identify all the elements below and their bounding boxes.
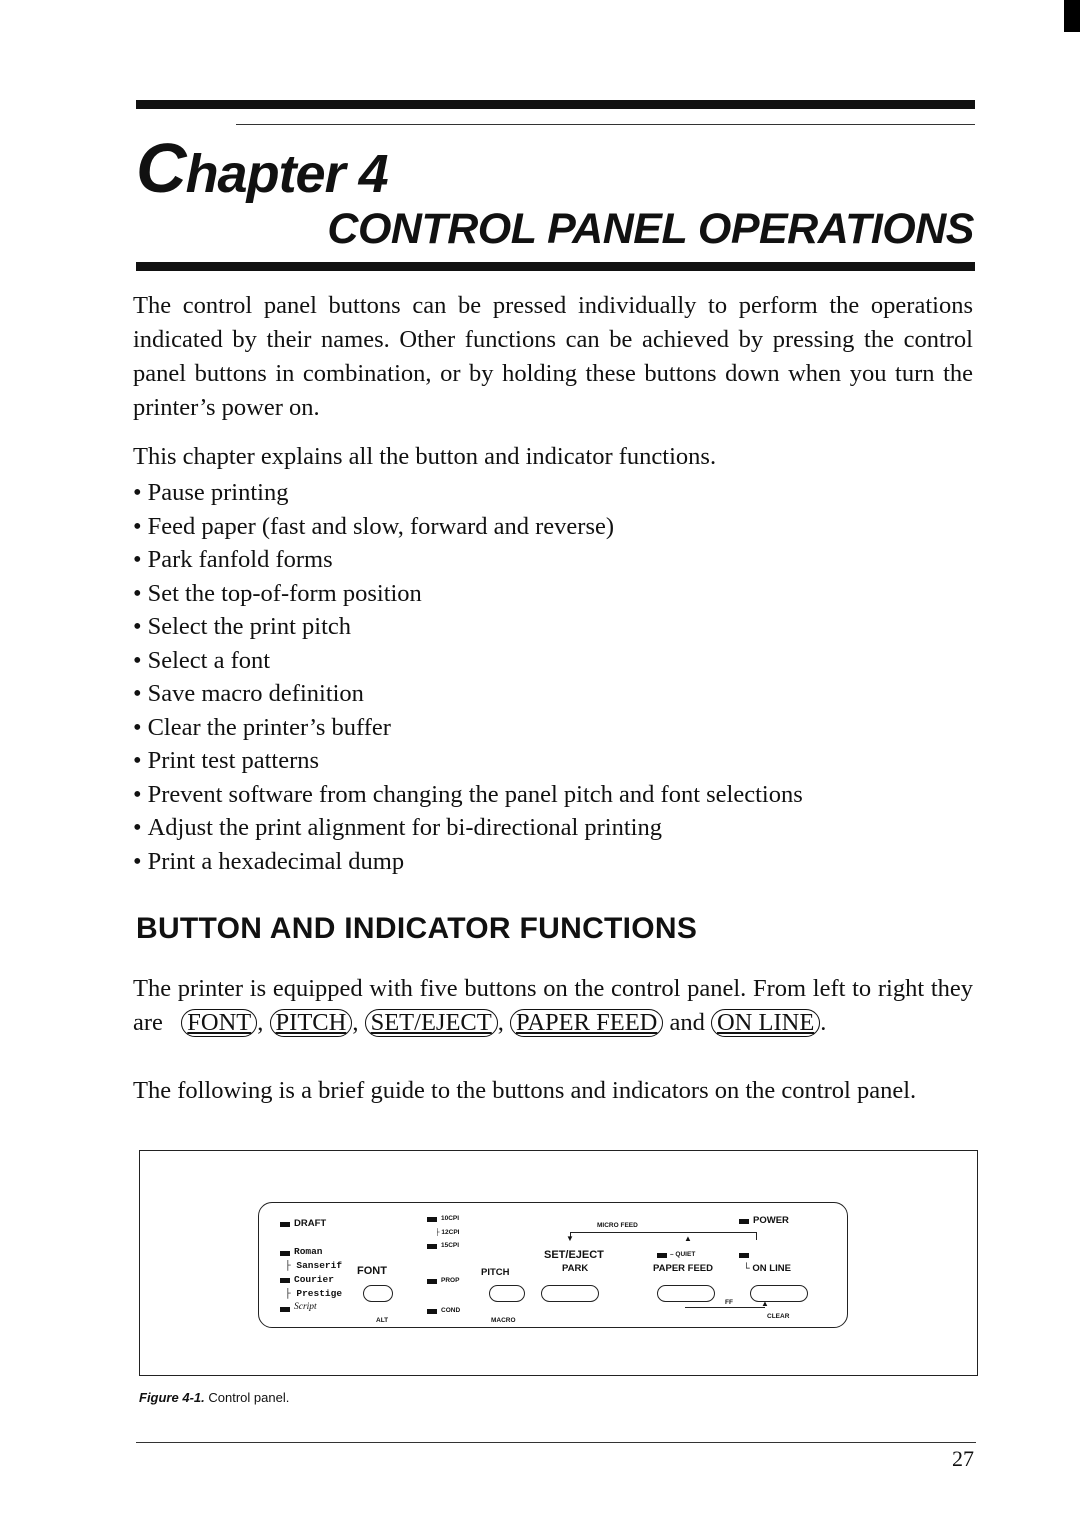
header-rule-thin [236, 124, 975, 125]
clear-label: CLEAR [767, 1313, 790, 1320]
courier-label: Courier [294, 1274, 334, 1285]
prop-label: PROP [441, 1277, 460, 1284]
list-item: Prevent software from changing the panel… [133, 778, 803, 812]
park-label: PARK [562, 1263, 589, 1274]
prestige-label: ├ Prestige [285, 1288, 343, 1299]
list-item: Adjust the print alignment for bi-direct… [133, 811, 803, 845]
power-led [739, 1219, 749, 1224]
script-led [280, 1307, 290, 1312]
footer-rule [136, 1442, 976, 1443]
set-eject-button[interactable] [541, 1285, 599, 1302]
section-paragraph-2: The following is a brief guide to the bu… [133, 1077, 917, 1104]
up-arrow-icon: ▲ [684, 1234, 692, 1243]
ff-label: FF [725, 1299, 733, 1306]
list-item: Pause printing [133, 476, 803, 510]
header-rule-top [136, 100, 975, 109]
control-panel-diagram: DRAFT Roman ├ Sanserif Courier ├ Prestig… [258, 1202, 848, 1328]
micro-feed-label: MICRO FEED [597, 1222, 638, 1229]
quiet-label: – QUIET [670, 1251, 696, 1258]
10cpi-led [427, 1217, 437, 1222]
figure-caption: Figure 4-1. Control panel. [139, 1390, 290, 1405]
micro-feed-line [570, 1232, 757, 1233]
font-button[interactable] [363, 1285, 393, 1302]
page-edge-mark [1064, 0, 1080, 32]
micro-feed-tick-right [756, 1232, 757, 1240]
down-arrow-icon: ▼ [566, 1234, 574, 1243]
header-rule-bottom [136, 262, 975, 271]
draft-label: DRAFT [294, 1218, 327, 1229]
list-item: Park fanfold forms [133, 543, 803, 577]
online-label: └ ON LINE [743, 1263, 791, 1274]
section-paragraph-1: The printer is equipped with five button… [133, 975, 973, 1037]
pitch-button-label: PITCH [481, 1267, 510, 1278]
list-intro: This chapter explains all the button and… [133, 443, 717, 470]
section-heading: BUTTON AND INDICATOR FUNCTIONS [136, 912, 698, 945]
key-pitch: PITCH [269, 1009, 353, 1037]
set-eject-label: SET/EJECT [544, 1249, 604, 1261]
prop-led [427, 1279, 437, 1284]
list-item: Set the top-of-form position [133, 577, 803, 611]
list-item: Save macro definition [133, 677, 803, 711]
pitch-button[interactable] [489, 1285, 525, 1302]
list-item: Print test patterns [133, 744, 803, 778]
list-item: Print a hexadecimal dump [133, 845, 803, 879]
sanserif-label: ├ Sanserif [285, 1260, 343, 1271]
online-led [739, 1253, 749, 1258]
chapter-title: CONTROL PANEL OPERATIONS [327, 205, 974, 253]
online-button[interactable] [750, 1285, 808, 1302]
key-font: FONT [181, 1009, 258, 1037]
roman-led [280, 1251, 290, 1256]
font-button-label: FONT [357, 1265, 387, 1277]
power-label: POWER [753, 1215, 789, 1226]
key-set-eject: SET/EJECT [364, 1009, 498, 1037]
draft-led [280, 1222, 290, 1227]
list-item: Select a font [133, 644, 803, 678]
clear-arrow-icon: ▲ [761, 1299, 769, 1308]
paper-feed-button[interactable] [657, 1285, 715, 1302]
page-number: 27 [952, 1446, 974, 1471]
list-item: Feed paper (fast and slow, forward and r… [133, 510, 803, 544]
key-on-line: ON LINE [710, 1009, 821, 1037]
quiet-led [657, 1253, 667, 1258]
10cpi-label: 10CPI [441, 1215, 460, 1222]
15cpi-label: 15CPI [441, 1242, 460, 1249]
key-paper-feed: PAPER FEED [509, 1009, 664, 1037]
macro-label: MACRO [491, 1317, 516, 1324]
list-item: Select the print pitch [133, 610, 803, 644]
script-label: Script [294, 1302, 317, 1312]
12cpi-label: ├ 12CPI [435, 1229, 460, 1236]
cond-label: COND [441, 1307, 461, 1314]
chapter-label: Chapter 4 [136, 129, 389, 207]
cond-led [427, 1309, 437, 1314]
intro-paragraph: The control panel buttons can be pressed… [133, 292, 973, 421]
list-item: Clear the printer’s buffer [133, 711, 803, 745]
paper-feed-label: PAPER FEED [653, 1263, 714, 1274]
roman-label: Roman [294, 1246, 323, 1257]
function-list: Pause printing Feed paper (fast and slow… [133, 476, 803, 878]
courier-led [280, 1278, 290, 1283]
15cpi-led [427, 1244, 437, 1249]
alt-label: ALT [376, 1317, 389, 1324]
ff-line [685, 1307, 765, 1308]
